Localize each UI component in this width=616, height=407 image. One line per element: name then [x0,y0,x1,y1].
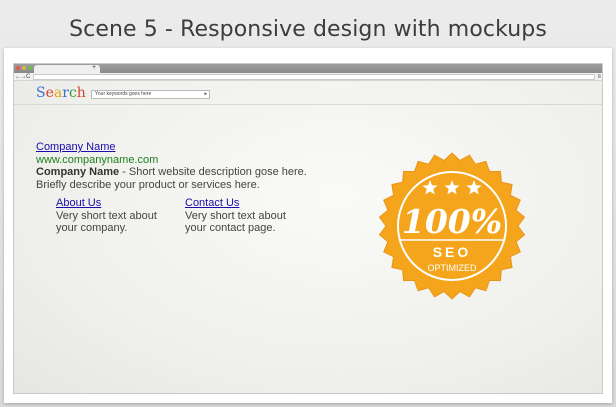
sitelink-text: your contact page. [185,222,276,234]
search-logo[interactable]: Search [36,83,86,103]
browser-toolbar: ←→C ≡ [14,73,602,81]
logo-letter: c [68,85,77,101]
banner-title: Scene 5 - Responsive design with mockups [69,16,547,42]
dropdown-arrow-icon[interactable]: ▸ [204,91,207,98]
logo-letter: S [36,85,46,101]
about-us-link[interactable]: About Us [56,197,157,210]
desc-line2: Briefly describe your product or service… [36,178,260,191]
logo-letter: h [76,85,86,101]
nav-buttons[interactable]: ←→C [15,73,30,81]
contact-us-link[interactable]: Contact Us [185,197,286,210]
close-dot[interactable] [16,66,20,70]
new-tab-button[interactable]: + [92,64,96,72]
search-input[interactable]: Your keywords goes here ▸ [91,90,210,99]
maximize-dot[interactable] [28,66,32,70]
result-url: www.companyname.com [36,153,159,166]
result-title-link[interactable]: Company Name [36,141,356,154]
address-bar[interactable] [33,74,595,80]
badge-label: SEO [433,244,472,260]
sitelink-text: Very short text about [56,209,157,222]
search-placeholder: Your keywords goes here [95,91,152,97]
logo-letter: r [62,85,69,101]
tab-bar: + [14,64,602,73]
sitelink-text: your company. [56,222,128,234]
search-header: Search Your keywords goes here ▸ [14,82,602,105]
browser-tab[interactable] [34,65,100,73]
sitelink-text: Very short text about [185,209,286,222]
logo-letter: a [53,85,63,101]
result-description: Company Name - Short website description… [36,166,356,179]
seo-badge: 100% SEO OPTIMIZED [378,152,526,300]
menu-icon[interactable]: ≡ [597,73,601,81]
badge-percent: 100% [402,202,502,241]
minimize-dot[interactable] [22,66,26,70]
window-controls [16,66,32,70]
sitelink-contact: Contact Us Very short text about your co… [185,197,286,235]
logo-letter: e [45,85,54,101]
sitelinks: About Us Very short text about your comp… [56,197,286,235]
desc-line1: - Short website description gose here. [119,166,307,178]
search-result: Company Name www.companyname.com Company… [36,141,356,191]
badge-sublabel: OPTIMIZED [428,263,477,273]
sitelink-about: About Us Very short text about your comp… [56,197,157,235]
browser-window: + ←→C ≡ Search Your keywords goes here ▸… [13,63,603,394]
desc-company-name: Company Name [36,166,120,178]
